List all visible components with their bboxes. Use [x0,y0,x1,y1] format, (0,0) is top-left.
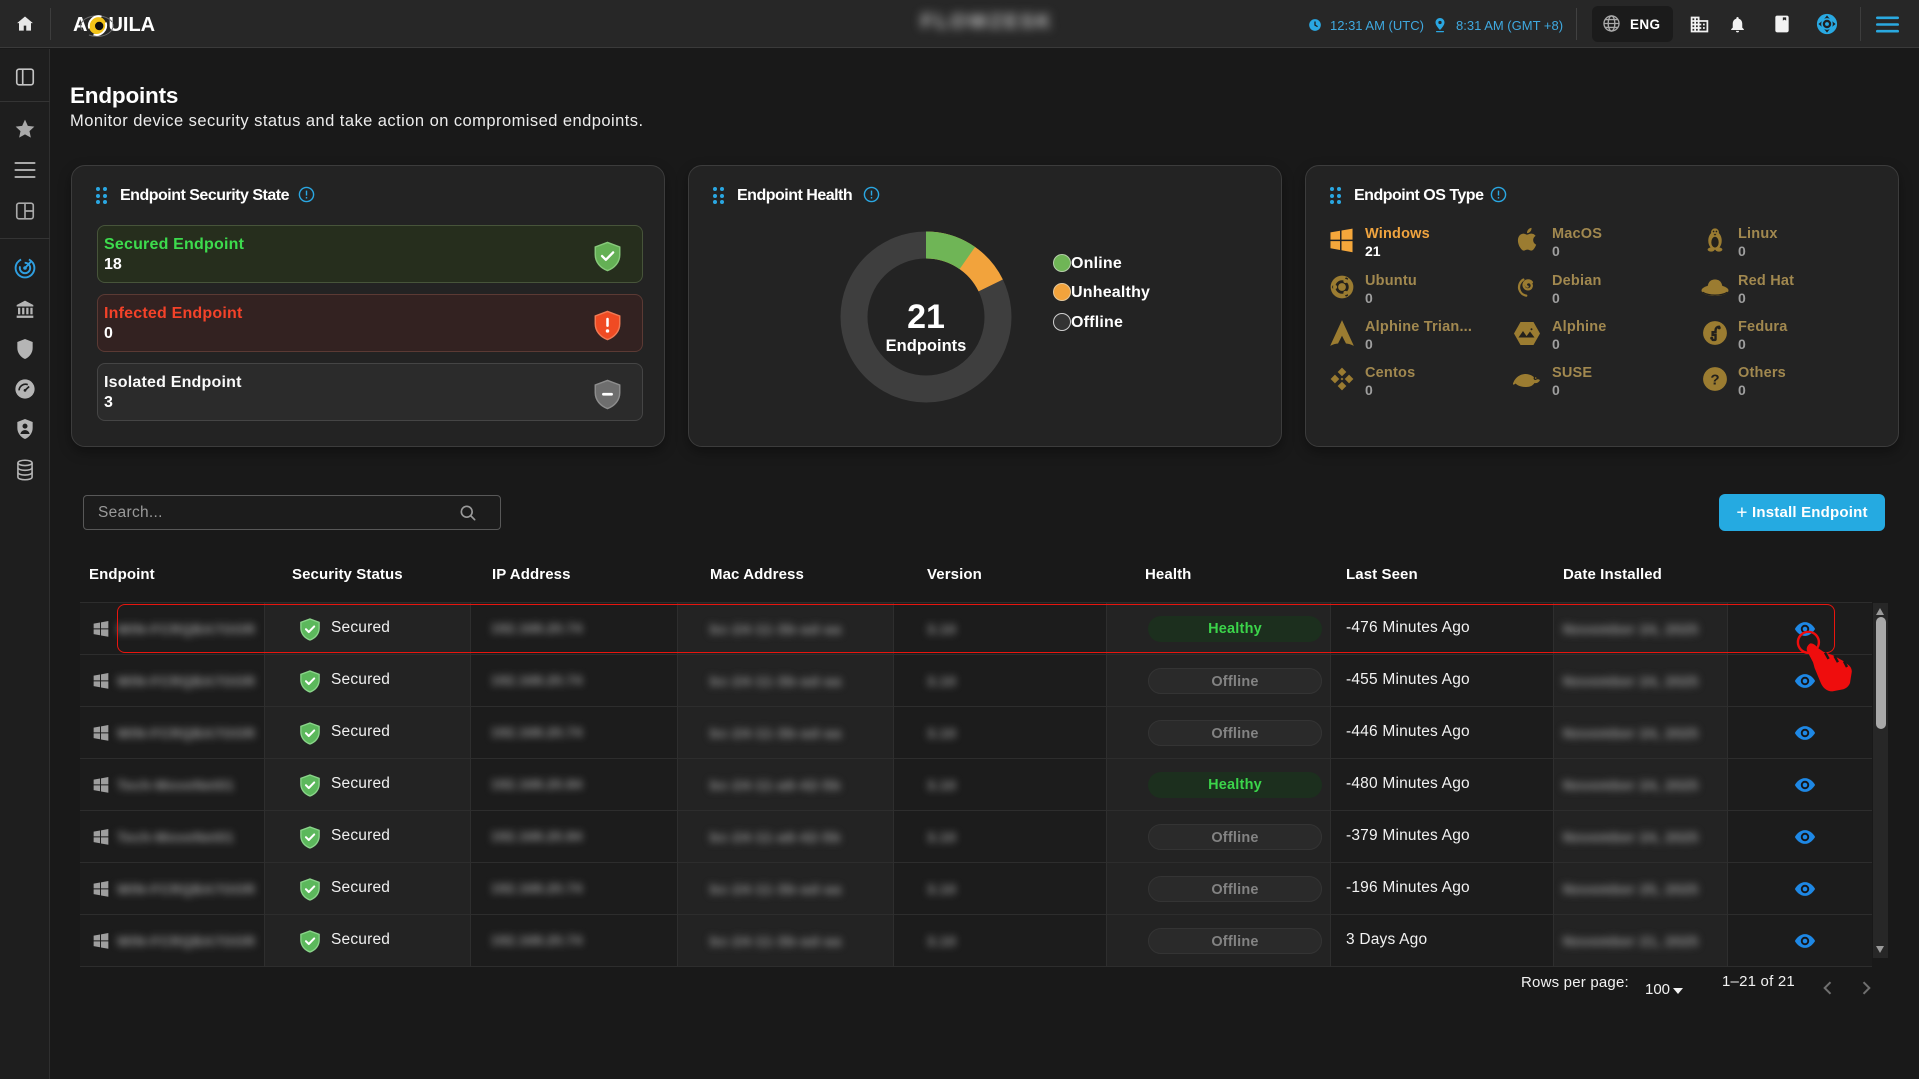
svg-text:?: ? [1710,371,1719,388]
svg-text:Endpoints: Endpoints [886,337,967,355]
svg-text:21: 21 [907,298,945,336]
